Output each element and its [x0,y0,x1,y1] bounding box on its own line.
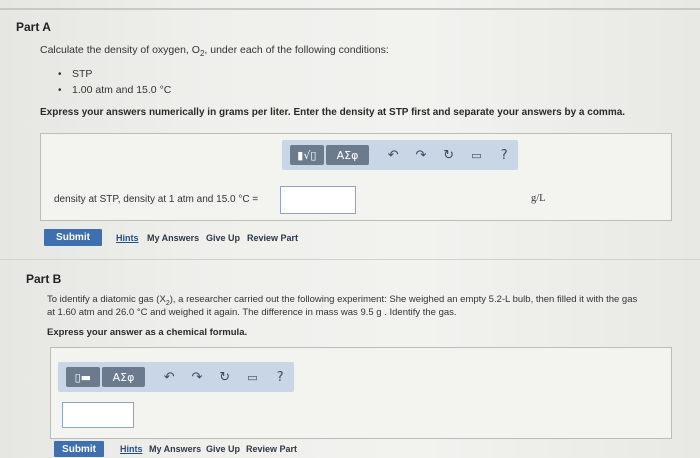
part-b-answer-input[interactable] [62,402,134,428]
part-b-answer-box [50,347,672,439]
bullet-1: • [58,69,62,80]
part-b-toolbar: ▯▬ ΑΣφ ↶ ↷ ↻ ▭ ? [58,362,294,392]
undo-icon[interactable]: ↶ [155,370,183,385]
part-a-submit-button[interactable]: Submit [44,229,102,246]
redo-icon[interactable]: ↷ [407,148,435,163]
template-icon[interactable]: ▮√▯ [290,145,324,165]
part-divider [0,259,700,260]
top-divider [0,8,700,10]
condition-2: 1.00 atm and 15.0 °C [72,84,172,96]
condition-1: STP [72,68,93,80]
part-b-instruction: Express your answer as a chemical formul… [47,327,248,338]
part-a-toolbar: ▮√▯ ΑΣφ ↶ ↷ ↻ ▭ ? [282,140,518,170]
part-a-give-up-link[interactable]: Give Up [206,233,240,243]
keyboard-icon[interactable]: ▭ [463,149,491,162]
part-a-prompt-text: Calculate the density of oxygen, O [40,44,200,56]
part-a-prompt: Calculate the density of oxygen, O2, und… [40,44,389,58]
redo-icon[interactable]: ↷ [183,370,211,385]
part-a-hints-link[interactable]: Hints [116,233,139,243]
part-b-line1: To identify a diatomic gas (X2), a resea… [47,294,637,307]
part-b-hints-link[interactable]: Hints [120,444,143,454]
help-icon[interactable]: ? [490,148,518,163]
part-a-instruction: Express your answers numerically in gram… [40,107,626,118]
part-a-prompt-end: , under each of the following conditions… [204,44,389,56]
reset-icon[interactable]: ↻ [435,148,463,163]
part-b-line1-a: To identify a diatomic gas (X [47,294,166,305]
part-a-units: g/L [531,193,546,204]
bullet-2: • [58,85,62,96]
greek-symbols-button[interactable]: ΑΣφ [325,145,370,165]
undo-icon[interactable]: ↶ [379,148,407,163]
greek-symbols-button[interactable]: ΑΣφ [101,367,146,387]
part-b-my-answers-link[interactable]: My Answers [149,444,201,454]
part-a-review-part-link[interactable]: Review Part [247,233,298,243]
template-icon[interactable]: ▯▬ [66,367,100,387]
part-a-title: Part A [16,20,51,34]
part-a-answer-label: density at STP, density at 1 atm and 15.… [54,194,259,205]
part-b-submit-button[interactable]: Submit [54,441,104,457]
help-icon[interactable]: ? [266,370,294,385]
part-a-answer-input[interactable] [280,186,356,214]
part-b-give-up-link[interactable]: Give Up [206,444,240,454]
part-b-line2: at 1.60 atm and 26.0 °C and weighed it a… [47,307,457,318]
page: Part A Calculate the density of oxygen, … [0,0,700,458]
part-b-line1-b: ), a researcher carried out the followin… [169,294,638,305]
part-b-review-part-link[interactable]: Review Part [246,444,297,454]
keyboard-icon[interactable]: ▭ [239,371,267,384]
reset-icon[interactable]: ↻ [211,370,239,385]
part-a-my-answers-link[interactable]: My Answers [147,233,199,243]
part-b-title: Part B [26,272,62,286]
